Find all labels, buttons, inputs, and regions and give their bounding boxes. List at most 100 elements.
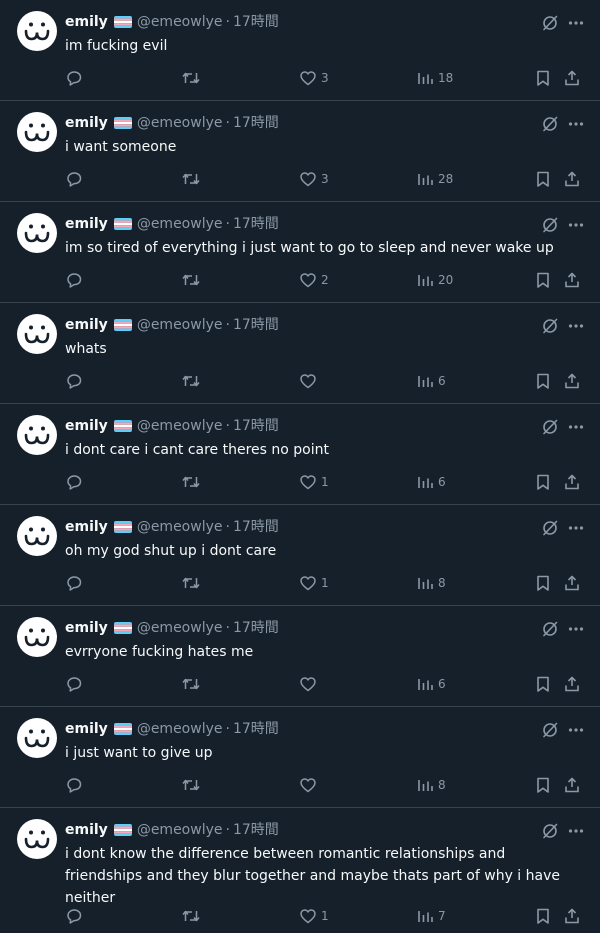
avatar[interactable] [17,213,57,253]
views-button[interactable]: 8 [416,774,446,796]
avatar[interactable] [17,718,57,758]
more-icon[interactable] [566,518,586,538]
display-name[interactable]: emily [65,416,108,436]
retweet-button[interactable] [181,471,201,493]
avatar[interactable] [17,819,57,859]
like-button[interactable]: 3 [299,168,329,190]
grok-slash-icon[interactable] [540,417,560,437]
reply-button[interactable] [65,269,83,291]
like-button[interactable]: 1 [299,905,329,927]
retweet-button[interactable] [181,269,201,291]
reply-button[interactable] [65,673,83,695]
reply-button[interactable] [65,370,83,392]
post[interactable]: emily @emeowlye · 17時間 im fucking evil 3… [0,0,600,101]
post-timestamp[interactable]: 17時間 [233,517,279,537]
user-handle[interactable]: @emeowlye [137,719,223,739]
post-timestamp[interactable]: 17時間 [233,416,279,436]
views-button[interactable]: 28 [416,168,453,190]
post[interactable]: emily @emeowlye · 17時間 i dont [0,404,600,505]
grok-slash-icon[interactable] [540,518,560,538]
grok-slash-icon[interactable] [540,13,560,33]
grok-slash-icon[interactable] [540,215,560,235]
more-icon[interactable] [566,417,586,437]
display-name[interactable]: emily [65,315,108,335]
post-timestamp[interactable]: 17時間 [233,719,279,739]
reply-button[interactable] [65,572,83,594]
views-button[interactable]: 6 [416,471,446,493]
post-timestamp[interactable]: 17時間 [233,113,279,133]
bookmark-button[interactable] [534,168,552,190]
avatar[interactable] [17,617,57,657]
retweet-button[interactable] [181,572,201,594]
like-button[interactable] [299,774,321,796]
grok-slash-icon[interactable] [540,619,560,639]
retweet-button[interactable] [181,673,201,695]
reply-button[interactable] [65,67,83,89]
reply-button[interactable] [65,471,83,493]
display-name[interactable]: emily [65,12,108,32]
more-icon[interactable] [566,13,586,33]
display-name[interactable]: emily [65,214,108,234]
share-button[interactable] [563,774,581,796]
post[interactable]: emily @emeowlye · 17時間 whats 6 [0,303,600,404]
share-button[interactable] [563,572,581,594]
like-button[interactable] [299,370,321,392]
post[interactable]: emily @emeowlye · 17時間 i dont [0,808,600,932]
more-icon[interactable] [566,316,586,336]
display-name[interactable]: emily [65,618,108,638]
share-button[interactable] [563,269,581,291]
user-handle[interactable]: @emeowlye [137,416,223,436]
share-button[interactable] [563,67,581,89]
display-name[interactable]: emily [65,517,108,537]
views-button[interactable]: 6 [416,370,446,392]
display-name[interactable]: emily [65,820,108,840]
more-icon[interactable] [566,821,586,841]
bookmark-button[interactable] [534,774,552,796]
post-timestamp[interactable]: 17時間 [233,315,279,335]
bookmark-button[interactable] [534,370,552,392]
bookmark-button[interactable] [534,67,552,89]
user-handle[interactable]: @emeowlye [137,12,223,32]
views-button[interactable]: 8 [416,572,446,594]
reply-button[interactable] [65,905,83,927]
retweet-button[interactable] [181,774,201,796]
user-handle[interactable]: @emeowlye [137,315,223,335]
grok-slash-icon[interactable] [540,316,560,336]
post-timestamp[interactable]: 17時間 [233,12,279,32]
display-name[interactable]: emily [65,719,108,739]
more-icon[interactable] [566,619,586,639]
share-button[interactable] [563,905,581,927]
grok-slash-icon[interactable] [540,114,560,134]
post[interactable]: emily @emeowlye · 17時間 i want someone 3 … [0,101,600,202]
post-timestamp[interactable]: 17時間 [233,214,279,234]
reply-button[interactable] [65,168,83,190]
retweet-button[interactable] [181,905,201,927]
bookmark-button[interactable] [534,673,552,695]
retweet-button[interactable] [181,67,201,89]
like-button[interactable]: 1 [299,572,329,594]
avatar[interactable] [17,516,57,556]
post[interactable]: emily @emeowlye · 17時間 im so tired of ev… [0,202,600,303]
more-icon[interactable] [566,114,586,134]
retweet-button[interactable] [181,370,201,392]
bookmark-button[interactable] [534,572,552,594]
bookmark-button[interactable] [534,269,552,291]
bookmark-button[interactable] [534,905,552,927]
share-button[interactable] [563,673,581,695]
user-handle[interactable]: @emeowlye [137,820,223,840]
user-handle[interactable]: @emeowlye [137,113,223,133]
views-button[interactable]: 18 [416,67,453,89]
reply-button[interactable] [65,774,83,796]
retweet-button[interactable] [181,168,201,190]
more-icon[interactable] [566,720,586,740]
post[interactable]: emily @emeowlye · 17時間 evrryone fucking … [0,606,600,707]
user-handle[interactable]: @emeowlye [137,618,223,638]
more-icon[interactable] [566,215,586,235]
post[interactable]: emily @emeowlye · 17時間 oh my god shut up… [0,505,600,606]
avatar[interactable] [17,415,57,455]
avatar[interactable] [17,314,57,354]
display-name[interactable]: emily [65,113,108,133]
user-handle[interactable]: @emeowlye [137,517,223,537]
share-button[interactable] [563,370,581,392]
views-button[interactable]: 7 [416,905,446,927]
